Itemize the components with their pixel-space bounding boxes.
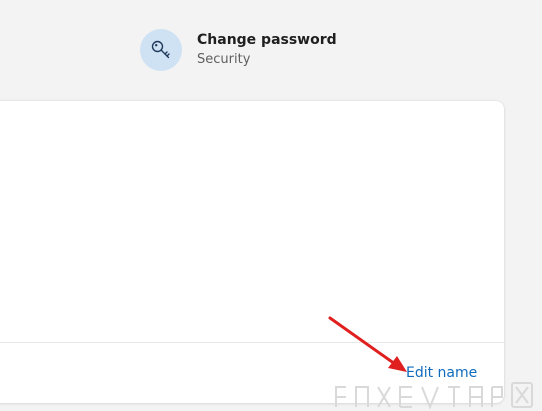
card-divider — [0, 342, 504, 343]
edit-name-link[interactable]: Edit name — [406, 365, 477, 381]
change-password-title: Change password — [197, 31, 337, 48]
change-password-text: Change password Security — [197, 31, 337, 70]
change-password-subtitle: Security — [197, 51, 251, 67]
key-icon — [140, 29, 182, 71]
change-password-tile[interactable]: Change password Security — [140, 28, 360, 72]
profile-card: Edit name — [0, 101, 504, 403]
